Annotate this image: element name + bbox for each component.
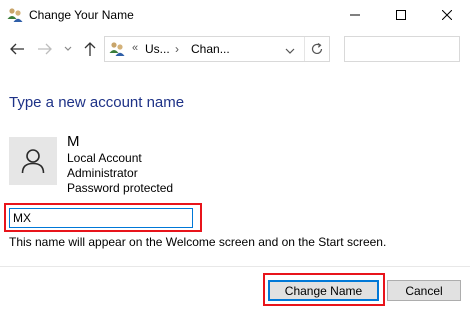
title-bar: Change Your Name xyxy=(0,0,470,30)
cancel-button[interactable]: Cancel xyxy=(387,280,461,301)
account-role: Administrator xyxy=(67,166,138,180)
chevron-down-icon xyxy=(64,46,72,51)
breadcrumb-item-user-accounts[interactable]: Us... xyxy=(145,42,170,56)
minimize-icon xyxy=(350,14,360,16)
chevron-down-icon xyxy=(285,48,295,54)
users-icon xyxy=(7,7,23,23)
refresh-icon xyxy=(311,43,323,55)
maximize-button[interactable] xyxy=(378,0,424,30)
breadcrumb-item-change-name[interactable]: Chan... xyxy=(191,42,230,56)
window-title: Change Your Name xyxy=(29,8,134,22)
arrow-left-icon xyxy=(10,43,24,55)
page-title: Type a new account name xyxy=(9,94,185,111)
navigation-bar: « Us... › Chan... xyxy=(0,30,470,70)
address-dropdown-button[interactable] xyxy=(285,45,295,55)
forward-button[interactable] xyxy=(36,40,54,58)
new-account-name-input[interactable] xyxy=(9,208,193,228)
search-input[interactable] xyxy=(344,36,460,62)
user-icon xyxy=(21,149,45,174)
account-password-status: Password protected xyxy=(67,181,174,195)
up-button[interactable] xyxy=(81,40,99,58)
refresh-button[interactable] xyxy=(310,42,324,56)
avatar xyxy=(9,137,57,185)
change-name-button[interactable]: Change Name xyxy=(268,280,379,301)
account-name: M xyxy=(67,133,80,150)
recent-locations-button[interactable] xyxy=(62,40,74,58)
account-type: Local Account xyxy=(67,151,142,165)
address-bar[interactable]: « Us... › Chan... xyxy=(104,36,330,62)
maximize-icon xyxy=(396,10,406,20)
close-button[interactable] xyxy=(424,0,470,30)
back-button[interactable] xyxy=(8,40,26,58)
users-icon xyxy=(109,41,125,57)
arrow-up-icon xyxy=(84,42,96,56)
address-divider xyxy=(304,37,305,61)
breadcrumb-separator[interactable]: › xyxy=(175,42,179,56)
minimize-button[interactable] xyxy=(332,0,378,30)
footer-divider xyxy=(0,266,470,267)
arrow-right-icon xyxy=(38,43,52,55)
breadcrumb-overflow-button[interactable]: « xyxy=(132,42,138,54)
helper-text: This name will appear on the Welcome scr… xyxy=(9,235,387,249)
close-icon xyxy=(442,10,452,20)
